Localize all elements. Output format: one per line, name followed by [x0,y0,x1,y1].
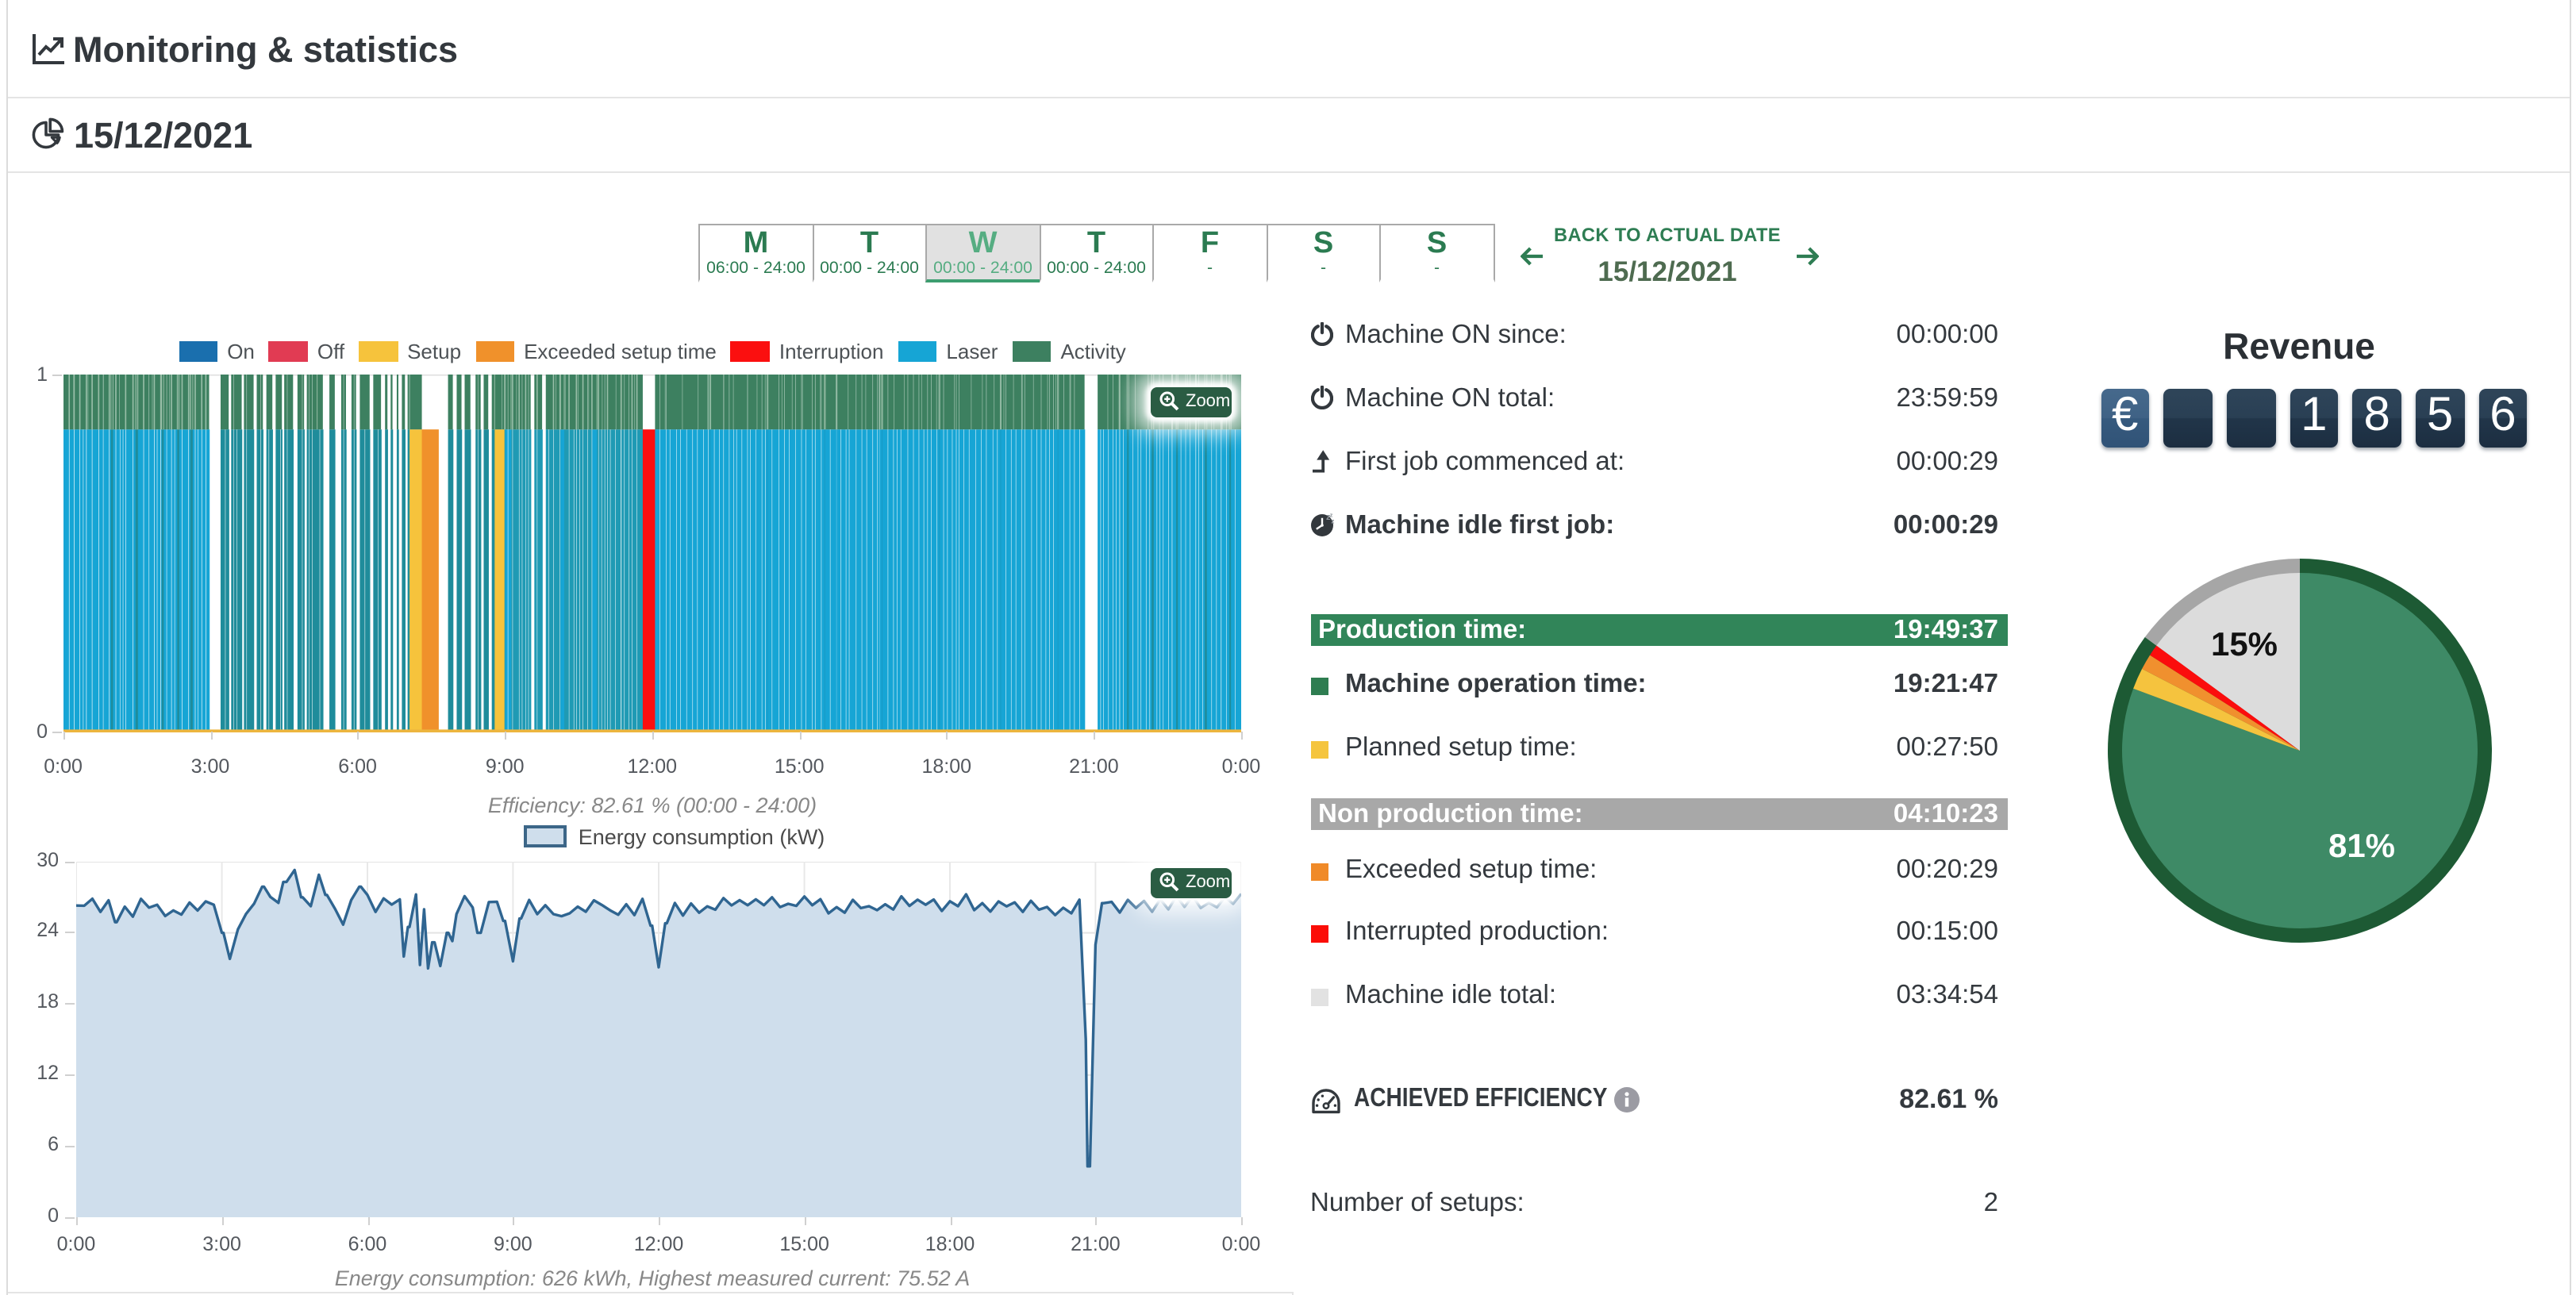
svg-text:z: z [1329,512,1332,518]
